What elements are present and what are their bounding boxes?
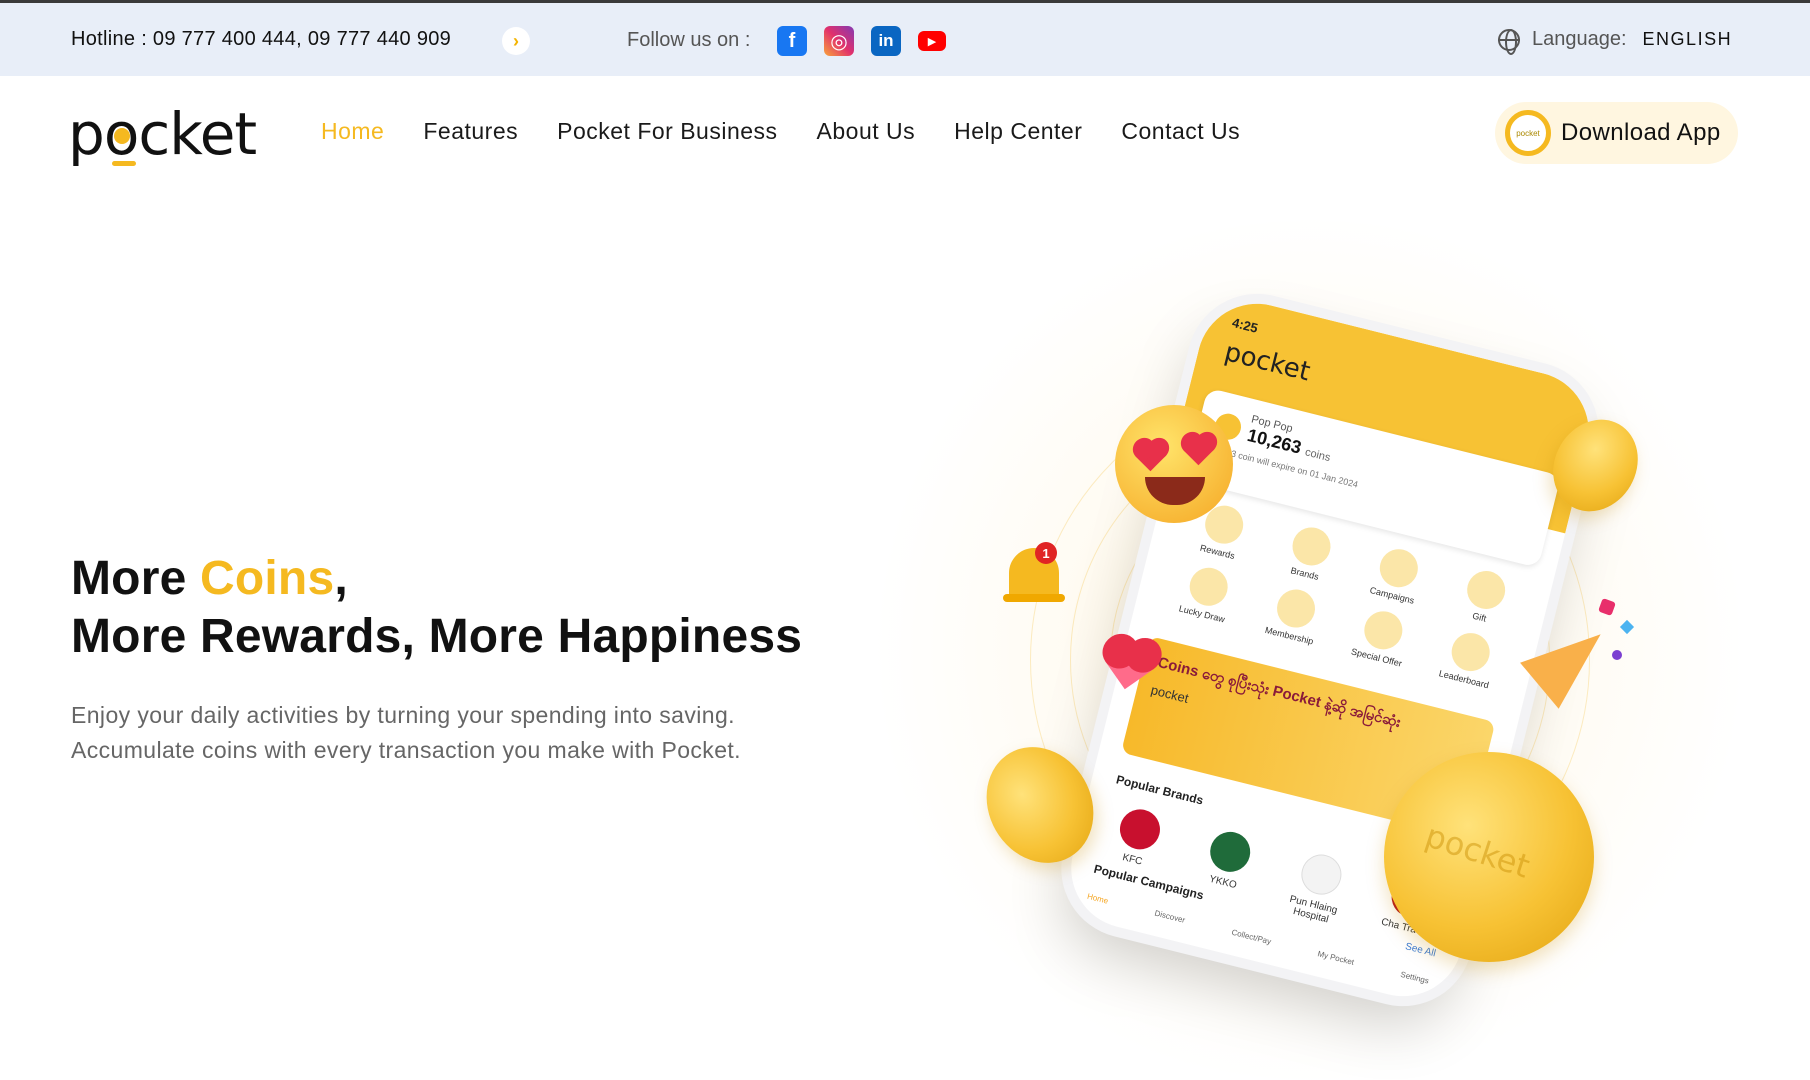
- heart-eyes-emoji-icon: [1115, 405, 1233, 523]
- nav-features[interactable]: Features: [423, 118, 518, 145]
- brand-name: YKKO: [1208, 873, 1238, 892]
- linkedin-icon[interactable]: in: [871, 26, 901, 56]
- brand-name: KFC: [1121, 852, 1144, 868]
- trophy-icon: [1447, 629, 1494, 676]
- main-nav: Home Features Pocket For Business About …: [321, 118, 1240, 145]
- hotline-text: Hotline : 09 777 400 444, 09 777 440 909: [71, 28, 452, 50]
- tab-home: Home: [1086, 891, 1110, 906]
- heart-eye-icon: [1135, 440, 1167, 472]
- headline-line2: More Rewards, More Happiness: [71, 610, 803, 663]
- nav-pocket-for-business[interactable]: Pocket For Business: [557, 118, 777, 145]
- heart-eye-icon: [1183, 434, 1215, 466]
- lucky-draw-icon: [1185, 563, 1232, 610]
- instagram-icon[interactable]: ◎: [824, 26, 854, 56]
- pocket-app-icon: pocket: [1505, 110, 1551, 156]
- bell-rim: [1003, 594, 1065, 602]
- emoji-mouth: [1145, 477, 1205, 505]
- menu-brands: Brands: [1260, 517, 1360, 589]
- description-line1: Enjoy your daily activities by turning y…: [71, 702, 735, 728]
- menu-label: Membership: [1264, 624, 1315, 647]
- brands-icon: [1288, 523, 1335, 570]
- facebook-icon[interactable]: f: [777, 26, 807, 56]
- gift-icon: [1463, 566, 1510, 614]
- language-value[interactable]: ENGLISH: [1643, 29, 1733, 50]
- follow-label: Follow us on :: [627, 29, 751, 51]
- tab-discover: Discover: [1153, 908, 1187, 925]
- nav-help-center[interactable]: Help Center: [954, 118, 1082, 145]
- brand-logo: [1206, 827, 1255, 877]
- menu-label: Lucky Draw: [1177, 603, 1226, 625]
- confetti: [1598, 598, 1616, 616]
- menu-label: Brands: [1289, 565, 1320, 582]
- hero-headline: More Coins, More Rewards, More Happiness: [71, 550, 802, 666]
- menu-campaigns: Campaigns: [1347, 539, 1447, 611]
- globe-icon: [1498, 28, 1520, 55]
- menu-leaderboard: Leaderboard: [1419, 623, 1519, 695]
- brand-item: Pun Hlaing Hospital: [1276, 847, 1360, 930]
- tab-settings: Settings: [1399, 969, 1430, 986]
- coin-unit: coins: [1303, 446, 1332, 465]
- coin-decoration: pocket: [1384, 752, 1594, 962]
- menu-label: Special Offer: [1350, 646, 1403, 669]
- language-label: Language:: [1532, 28, 1627, 50]
- hero-description: Enjoy your daily activities by turning y…: [71, 698, 741, 768]
- menu-membership: Membership: [1244, 579, 1344, 651]
- membership-icon: [1272, 585, 1320, 632]
- language-selector[interactable]: Language: ENGLISH: [1498, 28, 1733, 55]
- brand-logo: [1115, 805, 1165, 854]
- popular-brands-label: Popular Brands: [1114, 772, 1205, 808]
- party-popper-icon: [1520, 598, 1635, 709]
- tab-collect-pay: Collect/Pay: [1230, 927, 1273, 947]
- menu-gift: Gift: [1435, 561, 1535, 633]
- menu-label: Gift: [1471, 610, 1488, 624]
- coin-text: pocket: [1420, 816, 1535, 886]
- nav-home[interactable]: Home: [321, 118, 384, 145]
- download-app-button[interactable]: pocket Download App: [1495, 102, 1738, 164]
- confetti: [1612, 650, 1622, 660]
- headline-highlight: Coins: [200, 552, 335, 605]
- headline-pre: More: [71, 552, 201, 605]
- youtube-icon[interactable]: ▶: [918, 31, 946, 51]
- bell-icon: 1: [1003, 542, 1065, 610]
- nav-contact-us[interactable]: Contact Us: [1121, 118, 1240, 145]
- special-offer-icon: [1360, 607, 1407, 654]
- menu-label: Rewards: [1198, 542, 1236, 561]
- menu-special-offer: Special Offer: [1332, 601, 1432, 673]
- menu-label: Campaigns: [1368, 585, 1416, 606]
- tab-my-pocket: My Pocket: [1316, 949, 1356, 967]
- top-bar: Hotline : 09 777 400 444, 09 777 440 909…: [0, 0, 1810, 76]
- menu-lucky-draw: Lucky Draw: [1157, 557, 1257, 629]
- megaphone-icon: [1375, 545, 1422, 592]
- notification-badge: 1: [1035, 542, 1057, 564]
- pocket-logo[interactable]: pocket: [68, 100, 257, 168]
- brand-logo: [1296, 850, 1346, 899]
- nav-about-us[interactable]: About Us: [817, 118, 916, 145]
- download-app-label: Download App: [1561, 119, 1721, 146]
- brand-name: Pun Hlaing Hospital: [1288, 893, 1339, 926]
- menu-label: Leaderboard: [1437, 668, 1490, 691]
- description-line2: Accumulate coins with every transaction …: [71, 737, 741, 763]
- hotline-arrow-button[interactable]: ›: [502, 27, 530, 55]
- confetti: [1619, 619, 1635, 635]
- headline-post: ,: [334, 552, 348, 605]
